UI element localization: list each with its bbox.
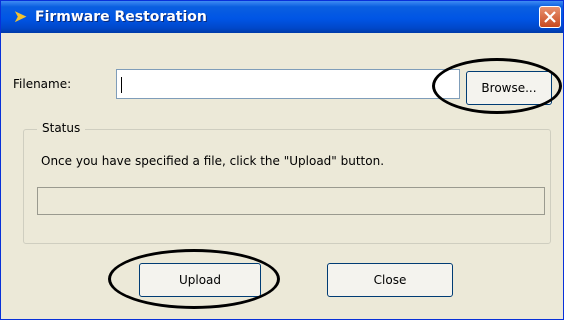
upload-button[interactable]: Upload xyxy=(139,263,261,297)
firmware-restoration-dialog: ➤ Firmware Restoration Filename: Browse.… xyxy=(0,0,564,320)
upload-progress-bar xyxy=(37,187,545,215)
status-group-label: Status xyxy=(37,121,86,135)
text-caret xyxy=(121,77,122,93)
close-window-button[interactable] xyxy=(539,6,561,28)
close-button[interactable]: Close xyxy=(327,263,453,297)
close-icon xyxy=(544,11,556,23)
window-title: Firmware Restoration xyxy=(35,9,207,25)
filename-label: Filename: xyxy=(13,77,72,91)
arrow-icon: ➤ xyxy=(13,7,28,27)
filename-input[interactable] xyxy=(116,69,460,99)
browse-button[interactable]: Browse... xyxy=(466,71,552,105)
status-message: Once you have specified a file, click th… xyxy=(41,154,385,168)
title-bar[interactable]: ➤ Firmware Restoration xyxy=(1,1,563,33)
